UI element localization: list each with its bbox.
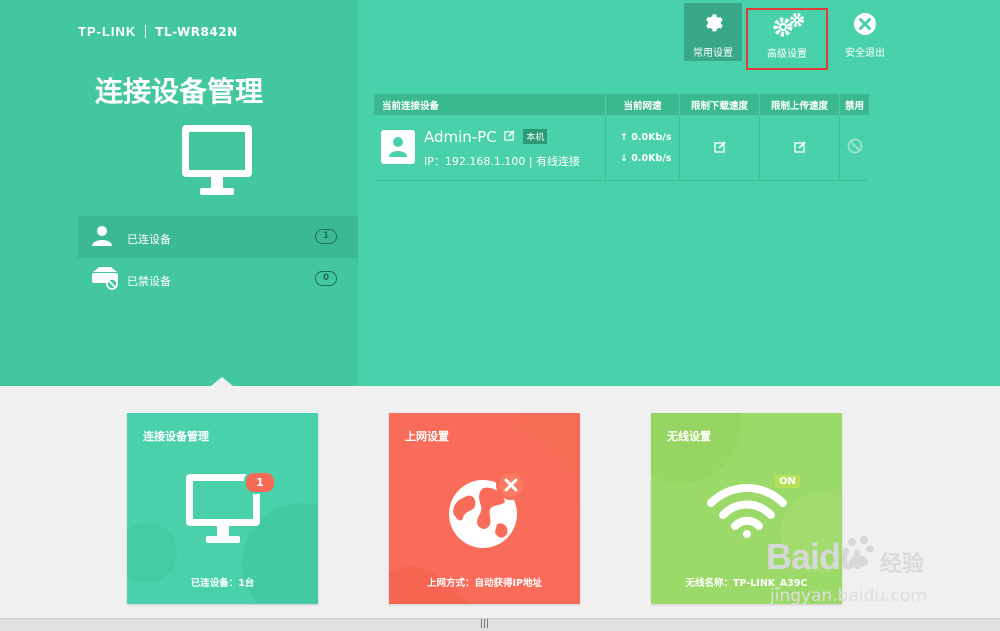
- page-title: 连接设备管理: [94, 75, 263, 108]
- device-name-line: Admin-PC 本机: [424, 127, 548, 146]
- brand-divider: [145, 25, 147, 38]
- left-panel: TP-LINK TL-WR842N 连接设备管理 已连设备 1 已禁设备 0: [0, 0, 358, 386]
- upload-speed: ↑ 0.0Kb/s: [620, 131, 672, 143]
- table-row: Admin-PC 本机 IP：192.168.1.100 | 有线连接 ↑ 0.…: [374, 115, 869, 181]
- card-internet-settings[interactable]: 上网设置 上网方式：自动获得IP地址: [389, 413, 580, 604]
- resize-grip-icon[interactable]: |||: [480, 619, 489, 629]
- card-device-management[interactable]: 连接设备管理 1 已连设备：1台: [127, 413, 318, 604]
- device-avatar: [381, 130, 415, 164]
- paw-icon: [842, 534, 878, 574]
- card-footer: 上网方式：自动获得IP地址: [427, 578, 542, 589]
- connected-count-badge: 1: [244, 471, 276, 494]
- globe-icon: [447, 468, 537, 562]
- download-speed-value: 0.0Kb/s: [631, 152, 672, 164]
- card-footer: 已连设备：1台: [190, 578, 255, 589]
- watermark-cn: 经验: [880, 552, 925, 577]
- disable-cell: [839, 115, 869, 181]
- device-name: Admin-PC: [424, 128, 497, 146]
- gear-icon: [703, 12, 725, 37]
- watermark-url: jingyan.baidu.com: [770, 586, 927, 606]
- logout-button[interactable]: 安全退出: [836, 3, 894, 61]
- brand-model: TL-WR842N: [155, 24, 238, 39]
- logout-label: 安全退出: [845, 48, 885, 59]
- advanced-settings-label: 高级设置: [767, 49, 807, 60]
- device-ip: IP：192.168.1.100 | 有线连接: [424, 155, 581, 168]
- watermark: Baidu 经验 jingyan.baidu.com: [750, 524, 960, 614]
- status-bar: |||: [0, 618, 1000, 631]
- card-title: 连接设备管理: [143, 430, 209, 443]
- monitor-icon: [178, 122, 256, 204]
- speed-cell: ↑ 0.0Kb/s ↓ 0.0Kb/s: [605, 115, 680, 181]
- sidebar-item-label: 已禁设备: [127, 275, 171, 288]
- user-icon: [90, 224, 114, 251]
- sidebar-item-connected[interactable]: 已连设备 1: [78, 216, 358, 258]
- common-settings-label: 常用设置: [693, 48, 733, 59]
- card-title: 无线设置: [667, 430, 711, 443]
- upload-limit-cell: [759, 115, 840, 181]
- count-badge: 0: [315, 271, 337, 286]
- local-device-tag: 本机: [523, 129, 548, 144]
- device-cell: Admin-PC 本机 IP：192.168.1.100 | 有线连接: [374, 115, 606, 181]
- col-header-download-limit: 限制下载速度: [679, 94, 760, 115]
- edit-upload-limit-icon[interactable]: [793, 138, 806, 157]
- block-icon[interactable]: [847, 138, 863, 158]
- close-circle-icon: [853, 12, 877, 39]
- gears-icon: [772, 12, 806, 41]
- brand: TP-LINK TL-WR842N: [78, 24, 238, 39]
- edit-name-icon[interactable]: [503, 127, 515, 145]
- common-settings-button[interactable]: 常用设置: [684, 3, 742, 61]
- wifi-on-badge: ON: [775, 475, 800, 488]
- col-header-device: 当前连接设备: [374, 94, 606, 115]
- advanced-settings-button[interactable]: 高级设置: [746, 8, 828, 70]
- device-table: 当前连接设备 当前网速 限制下载速度 限制上传速度 禁用 Admin-PC 本机…: [374, 94, 869, 181]
- download-limit-cell: [679, 115, 760, 181]
- blocked-device-icon: [90, 266, 120, 293]
- col-header-disable: 禁用: [839, 94, 869, 115]
- card-title: 上网设置: [405, 430, 449, 443]
- upload-speed-value: 0.0Kb/s: [631, 131, 672, 143]
- col-header-speed: 当前网速: [605, 94, 680, 115]
- count-badge: 1: [315, 229, 337, 244]
- sidebar-item-blocked[interactable]: 已禁设备 0: [78, 258, 358, 300]
- edit-download-limit-icon[interactable]: [713, 138, 726, 157]
- download-speed: ↓ 0.0Kb/s: [620, 152, 672, 164]
- sidebar-item-label: 已连设备: [127, 233, 171, 246]
- brand-logo: TP-LINK: [78, 24, 137, 39]
- active-pointer: [211, 377, 233, 386]
- col-header-upload-limit: 限制上传速度: [759, 94, 840, 115]
